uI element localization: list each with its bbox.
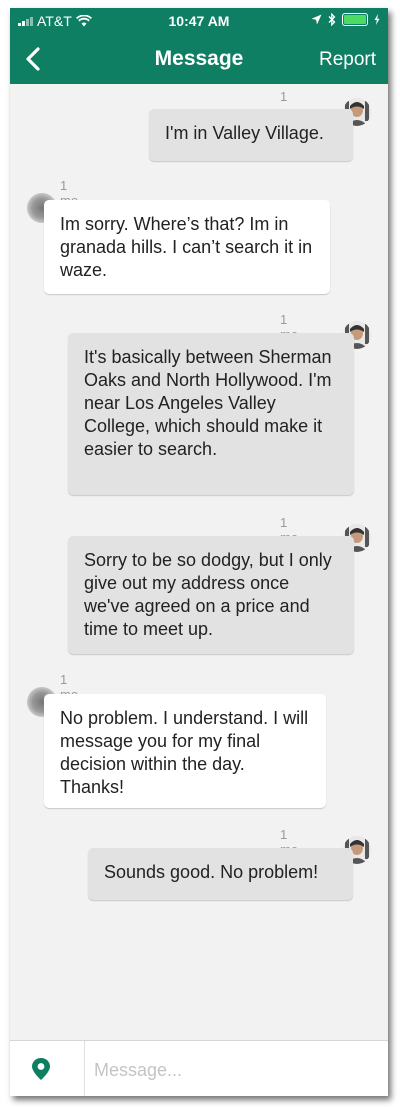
message-bubble: Sounds good. No problem! bbox=[88, 848, 353, 900]
composer-divider bbox=[84, 1041, 85, 1096]
status-bar: AT&T 10:47 AM bbox=[10, 8, 388, 34]
message-bubble: It's basically between Sherman Oaks and … bbox=[68, 333, 354, 495]
phone-screen: AT&T 10:47 AM Message Report 1 I'm in Va… bbox=[10, 8, 388, 1096]
message-bubble: I'm in Valley Village. bbox=[149, 109, 353, 161]
battery-icon bbox=[342, 13, 368, 26]
status-right-group bbox=[311, 13, 380, 26]
location-pin-icon[interactable] bbox=[30, 1057, 52, 1081]
message-bubble: No problem. I understand. I will message… bbox=[44, 694, 326, 808]
navigation-bar: Message Report bbox=[10, 34, 388, 84]
bluetooth-icon bbox=[328, 13, 336, 26]
message-input[interactable] bbox=[92, 1053, 376, 1087]
report-button[interactable]: Report bbox=[319, 49, 376, 71]
charging-icon bbox=[374, 14, 380, 25]
message-bubble: Sorry to be so dodgy, but I only give ou… bbox=[68, 536, 354, 654]
location-arrow-icon bbox=[311, 14, 322, 25]
message-composer bbox=[10, 1040, 388, 1096]
message-bubble: Im sorry. Where’s that? Im in granada hi… bbox=[44, 200, 330, 294]
